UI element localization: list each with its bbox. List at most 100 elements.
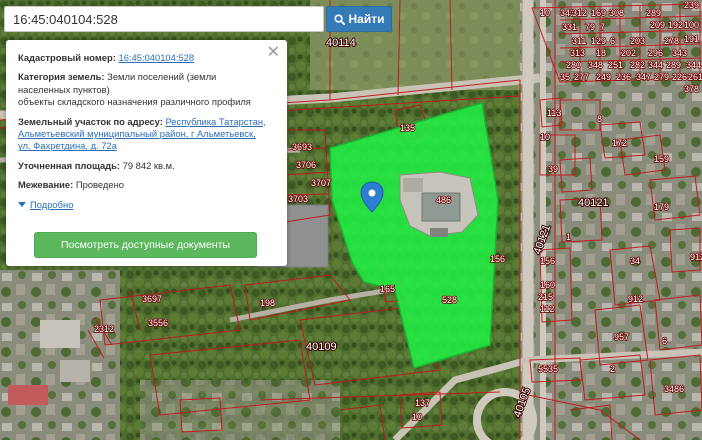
svg-text:202: 202 (621, 48, 636, 58)
svg-text:251: 251 (608, 60, 623, 70)
area-value: 79 842 кв.м. (122, 159, 175, 171)
svg-text:172: 172 (612, 138, 627, 148)
svg-text:3486: 3486 (664, 384, 684, 394)
address-link-part3[interactable]: ул. Фахретдина, д. 72а (18, 140, 117, 151)
svg-text:10: 10 (540, 132, 550, 142)
svg-text:40114: 40114 (326, 37, 356, 49)
svg-text:112: 112 (540, 304, 554, 314)
cadastral-number-link[interactable]: 16:45:040104:528 (118, 52, 194, 63)
svg-text:129: 129 (591, 36, 606, 46)
search-button[interactable]: Найти (326, 6, 392, 32)
svg-text:198: 198 (260, 298, 275, 308)
svg-text:137: 137 (415, 398, 430, 408)
svg-text:79: 79 (585, 22, 595, 32)
svg-text:277: 277 (574, 72, 589, 82)
land-category-label: Категория земель: (18, 71, 105, 83)
more-toggle[interactable]: Подробно (18, 199, 275, 211)
view-documents-button[interactable]: Посмотреть доступные документы (34, 232, 257, 258)
survey-label: Межевание: (18, 179, 74, 191)
svg-text:6: 6 (662, 336, 667, 346)
svg-text:486: 486 (436, 195, 451, 205)
svg-text:347: 347 (636, 72, 651, 82)
svg-text:160: 160 (540, 280, 555, 290)
svg-text:40109: 40109 (306, 341, 337, 353)
svg-text:289: 289 (646, 8, 661, 18)
svg-text:2: 2 (610, 364, 615, 374)
area-label: Уточненная площадь: (18, 159, 121, 171)
svg-text:192: 192 (668, 20, 683, 30)
land-category-value-1: Земли поселений (земли (107, 71, 217, 83)
cadastral-number-row: Кадастровый номер: 16:45:040104:528 (18, 52, 275, 64)
land-category-value-3: объекты складского назначения различного… (18, 96, 251, 108)
survey-row: Межевание: Проведено (18, 179, 275, 191)
address-row: Земельный участок по адресу: Республика … (18, 116, 275, 153)
svg-text:1: 1 (566, 232, 571, 242)
address-link-part2[interactable]: Альметьевский муниципальный район, г Аль… (18, 128, 256, 139)
svg-text:165: 165 (380, 284, 395, 294)
parcel-info-card: ✕ Кадастровый номер: 16:45:040104:528 Ка… (6, 40, 287, 266)
close-icon[interactable]: ✕ (267, 45, 280, 61)
svg-text:239: 239 (684, 0, 699, 10)
svg-text:113: 113 (547, 108, 561, 118)
svg-text:10: 10 (412, 412, 422, 422)
svg-text:156: 156 (540, 256, 555, 266)
svg-text:7: 7 (600, 22, 605, 32)
cadastral-number-label: Кадастровый номер: (18, 52, 116, 63)
address-label: Земельный участок по адресу: (18, 115, 163, 127)
svg-text:331: 331 (562, 22, 577, 32)
svg-text:209: 209 (650, 20, 665, 30)
svg-text:261: 261 (688, 72, 702, 82)
svg-text:308: 308 (609, 8, 624, 18)
area-row: Уточненная площадь: 79 842 кв.м. (18, 160, 275, 172)
svg-text:2312: 2312 (94, 324, 114, 334)
svg-text:912: 912 (690, 252, 702, 262)
svg-text:957: 957 (614, 332, 629, 342)
svg-text:34: 34 (630, 256, 640, 266)
search-box[interactable] (4, 6, 324, 32)
svg-text:236: 236 (616, 72, 631, 82)
svg-text:40121: 40121 (578, 197, 609, 209)
svg-text:912: 912 (628, 294, 643, 304)
svg-text:5535: 5535 (538, 364, 558, 374)
svg-text:348: 348 (588, 60, 603, 70)
svg-text:3556: 3556 (148, 318, 168, 328)
svg-text:279: 279 (654, 72, 669, 82)
land-category-value-2: населенных пунктов) (18, 83, 110, 95)
svg-text:226: 226 (672, 72, 687, 82)
svg-text:156: 156 (490, 254, 505, 264)
svg-text:311: 311 (572, 36, 586, 46)
svg-text:159: 159 (654, 154, 669, 164)
svg-text:312: 312 (572, 8, 587, 18)
more-link[interactable]: Подробно (30, 199, 73, 211)
svg-text:8: 8 (597, 114, 602, 124)
svg-text:6: 6 (610, 36, 615, 46)
svg-text:3697: 3697 (142, 294, 162, 304)
svg-text:3706: 3706 (296, 160, 316, 170)
survey-value: Проведено (75, 179, 124, 191)
svg-text:169: 169 (591, 8, 606, 18)
svg-text:249: 249 (596, 72, 611, 82)
svg-text:528: 528 (442, 295, 457, 305)
svg-text:313: 313 (570, 48, 585, 58)
search-button-label: Найти (348, 12, 385, 26)
search-icon (333, 13, 345, 25)
svg-text:344: 344 (686, 60, 701, 70)
svg-text:10: 10 (540, 8, 550, 18)
address-link-part1[interactable]: Республика Татарстан, (165, 116, 265, 127)
svg-text:100: 100 (684, 20, 699, 30)
svg-text:3707: 3707 (311, 178, 331, 188)
svg-text:3703: 3703 (288, 194, 308, 204)
svg-text:215: 215 (538, 292, 553, 302)
svg-text:203: 203 (630, 36, 645, 46)
svg-text:135: 135 (400, 123, 415, 133)
svg-text:18: 18 (596, 48, 606, 58)
svg-text:343: 343 (672, 48, 687, 58)
svg-text:191: 191 (684, 34, 699, 44)
svg-text:378: 378 (684, 84, 699, 94)
svg-text:3693: 3693 (292, 142, 312, 152)
svg-text:179: 179 (654, 202, 669, 212)
search-input[interactable] (5, 7, 323, 31)
svg-text:35: 35 (560, 72, 570, 82)
caret-down-icon (18, 202, 26, 208)
svg-text:344: 344 (648, 60, 663, 70)
